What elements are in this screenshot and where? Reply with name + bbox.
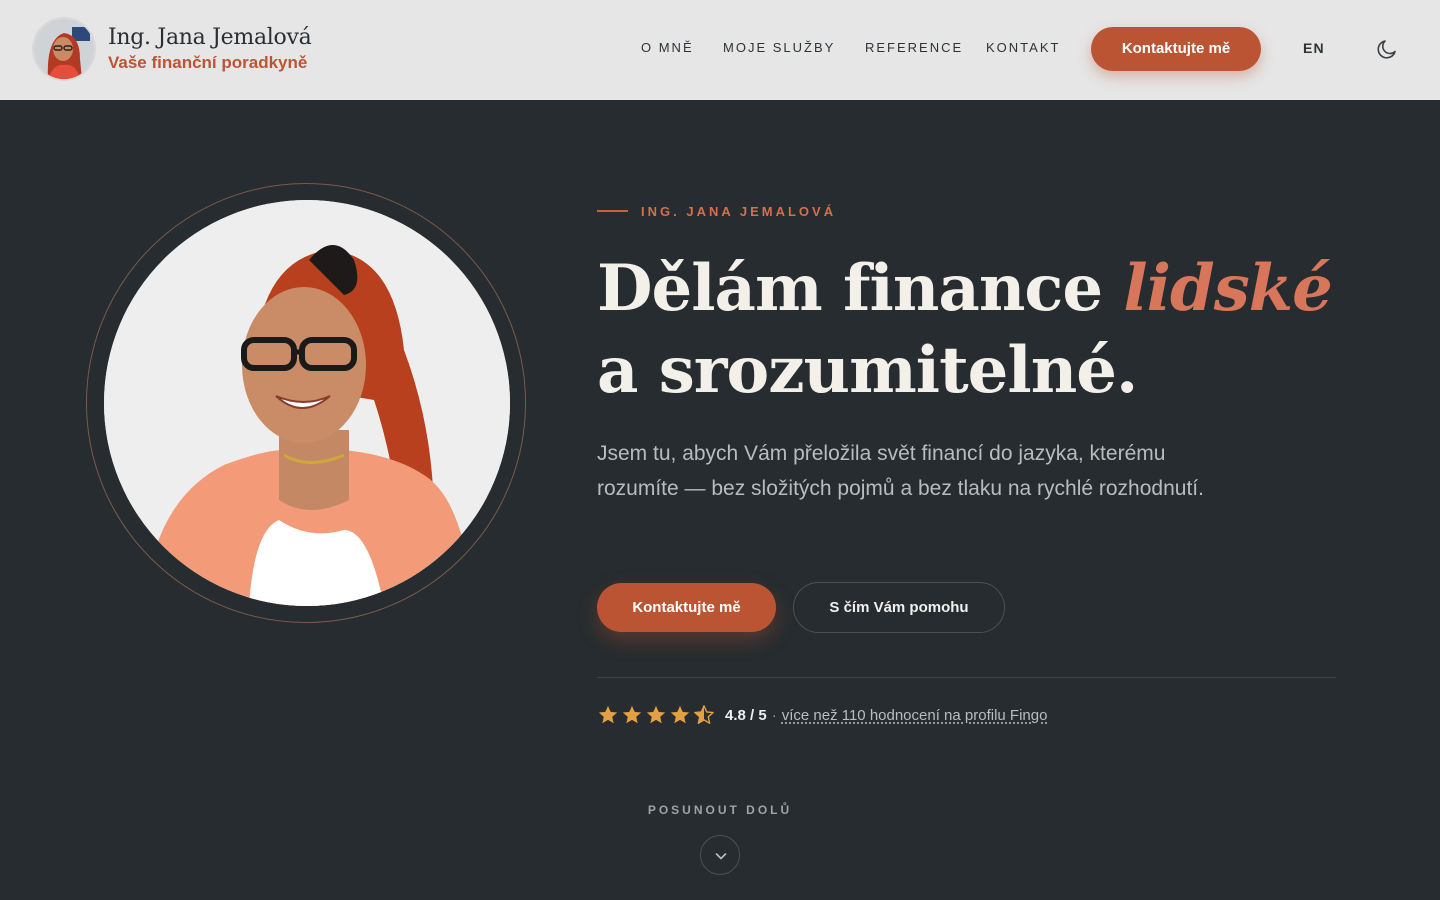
headline-part2: a srozumitelné. [597, 333, 1138, 408]
rating: 4.8 / 5 · více než 110 hodnocení na prof… [597, 703, 1047, 727]
star-icon [646, 705, 666, 724]
star-icon [598, 705, 618, 724]
hero-divider [597, 677, 1336, 678]
nav-link-o-mne[interactable]: O MNĚ [641, 40, 694, 56]
language-switch[interactable]: EN [1303, 40, 1325, 56]
portrait-photo [104, 200, 510, 606]
moon-icon [1377, 40, 1396, 59]
nav-link-kontakt[interactable]: KONTAKT [986, 40, 1060, 56]
star-icon [670, 705, 690, 724]
eyebrow-line [597, 210, 628, 212]
theme-toggle-button[interactable] [1375, 37, 1399, 61]
star-half-icon [694, 705, 714, 724]
nav-link-reference[interactable]: REFERENCE [865, 40, 963, 56]
scroll-down-button[interactable] [700, 835, 740, 875]
rating-link[interactable]: více než 110 hodnocení na profilu Fingo [782, 707, 1048, 724]
hero-lead: Jsem tu, abych Vám přeložila svět financ… [597, 442, 1204, 500]
star-icon [622, 705, 642, 724]
headline-part1: Dělám finance [597, 251, 1124, 326]
hero-headline: Dělám finance lidské a srozumitelné. [597, 248, 1357, 412]
rating-stars [597, 704, 717, 726]
hero-contact-button[interactable]: Kontaktujte mě [597, 583, 776, 632]
site-header: Ing. Jana Jemalová Vaše finanční poradky… [0, 0, 1440, 100]
services-button[interactable]: S čím Vám pomohu [793, 582, 1005, 633]
nav-link-moje-sluzby[interactable]: MOJE SLUŽBY [723, 40, 835, 56]
scroll-down-label: POSUNOUT DOLŮ [647, 803, 793, 817]
headline-accent: lidské [1123, 251, 1332, 326]
hero-eyebrow: ING. JANA JEMALOVÁ [641, 204, 837, 219]
rating-score: 4.8 / 5 [725, 706, 767, 724]
header-contact-button[interactable]: Kontaktujte mě [1091, 27, 1261, 71]
rating-separator: · [771, 706, 777, 724]
chevron-down-icon [715, 853, 727, 860]
